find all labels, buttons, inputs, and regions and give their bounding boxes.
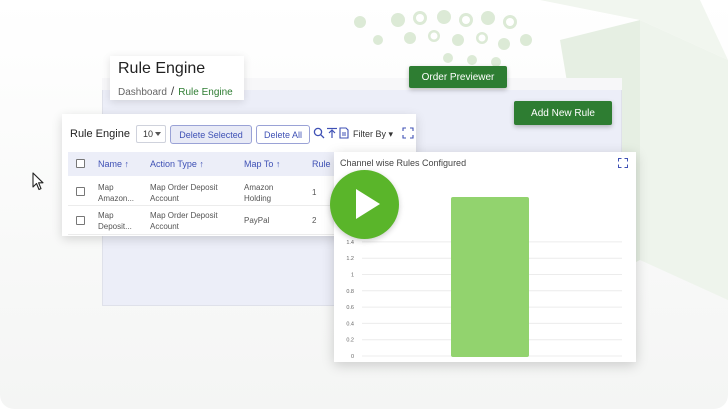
y-tick-label: 1 [351,273,354,279]
order-previewer-button[interactable]: Order Previewer [409,66,507,88]
cell-action-line2: Account [150,194,179,203]
page-title: Rule Engine [118,60,206,77]
cell-map-to: PayPal [244,216,270,225]
chevron-down-icon: ▾ [388,129,394,139]
y-tick-label: 1.4 [346,240,354,246]
sort-arrow-icon: ↑ [124,159,130,169]
page-size-select[interactable]: 10 [136,125,166,143]
cell-rule: 2 [312,216,317,225]
column-header-map-to-label: Map To [244,159,274,169]
delete-selected-button[interactable]: Delete Selected [170,125,252,144]
chevron-down-icon [155,132,161,136]
cell-name-line1: Map [98,183,114,192]
cell-map-line1: Amazon [244,183,274,192]
row-checkbox[interactable] [76,216,85,225]
cell-action-line2: Account [150,222,179,231]
y-tick-label: 0.6 [346,305,354,311]
breadcrumb-dashboard[interactable]: Dashboard [118,87,167,98]
page-header-card: Rule Engine Dashboard / Rule Engine [110,56,244,100]
table-toolbar: Rule Engine 10 Delete Selected Delete Al… [70,124,414,144]
y-tick-label: 0.4 [346,321,354,327]
cell-action-type: Map Order Deposit Account [150,182,218,204]
expand-icon[interactable] [402,127,414,139]
cell-name: Map Amazon... [98,182,134,204]
y-tick-label: 0 [351,354,354,360]
cell-rule: 1 [312,188,317,197]
page-size-value: 10 [143,129,154,139]
column-header-rule[interactable]: Rule [312,159,331,169]
cell-name: Map Deposit... [98,210,132,232]
sort-arrow-icon: ↑ [275,159,281,169]
column-header-action-type[interactable]: Action Type ↑ [150,159,204,169]
sort-arrow-icon: ↑ [199,159,204,169]
column-header-name[interactable]: Name ↑ [98,159,129,169]
column-header-name-label: Name [98,159,123,169]
y-tick-label: 0.8 [346,289,354,295]
select-all-checkbox[interactable] [76,159,85,168]
cell-action-line1: Map Order Deposit [150,183,218,192]
search-icon[interactable] [313,127,325,139]
column-header-map-to[interactable]: Map To ↑ [244,159,280,169]
breadcrumb-separator: / [170,84,175,98]
cell-name-line2: Amazon... [98,194,135,203]
expand-icon[interactable] [618,158,628,168]
breadcrumb: Dashboard / Rule Engine [118,84,236,98]
cell-map-to: Amazon Holding [244,182,273,204]
y-tick-label: 0.2 [346,338,354,344]
cell-action-line1: Map Order Deposit [150,211,218,220]
play-icon [356,189,380,219]
chart-bar[interactable] [451,197,529,357]
filter-by-label: Filter By [353,129,387,139]
upload-icon[interactable] [326,127,338,139]
cell-map-line2: Holding [244,194,272,203]
document-icon[interactable] [338,127,350,139]
delete-all-button[interactable]: Delete All [256,125,310,144]
screenshot-stage: Rule Engine Dashboard / Rule Engine Order … [0,0,728,409]
cell-name-line2: Deposit... [98,222,132,231]
table-title: Rule Engine [70,128,130,140]
breadcrumb-current: Rule Engine [178,87,233,98]
y-tick-label: 1.2 [346,256,354,262]
add-new-rule-button[interactable]: Add New Rule [514,101,612,125]
row-checkbox[interactable] [76,187,85,196]
cell-action-type: Map Order Deposit Account [150,210,218,232]
cell-name-line1: Map [98,211,114,220]
column-header-action-type-label: Action Type [150,159,197,169]
filter-by-dropdown[interactable]: Filter By ▾ [353,129,393,140]
mouse-cursor-icon [32,172,44,191]
play-video-button[interactable] [330,170,399,239]
chart-title: Channel wise Rules Configured [340,158,467,168]
